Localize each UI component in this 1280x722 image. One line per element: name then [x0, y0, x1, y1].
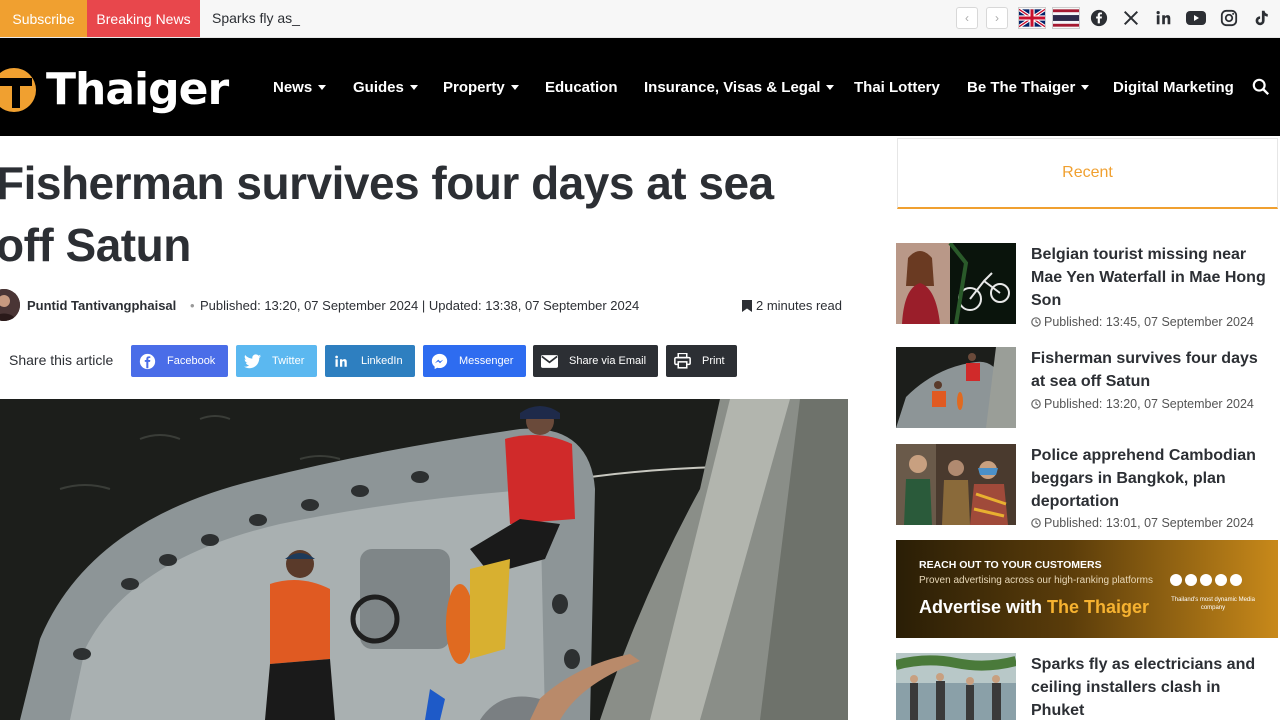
chevron-down-icon: [826, 84, 835, 90]
nav-news[interactable]: News: [273, 38, 327, 136]
recent-item-date: Published: 13:45, 07 September 2024: [1031, 315, 1254, 329]
tiktok-icon[interactable]: [1251, 8, 1271, 28]
x-icon[interactable]: [1121, 8, 1141, 28]
share-messenger-label: Messenger: [459, 355, 514, 367]
instagram-icon[interactable]: [1219, 8, 1239, 28]
share-linkedin-button[interactable]: LinkedIn: [325, 345, 415, 377]
chevron-down-icon: [510, 84, 519, 90]
nav-insurance-visas-legal[interactable]: Insurance, Visas & Legal: [644, 38, 835, 136]
read-time-label: 2 minutes read: [756, 298, 842, 313]
share-email-label: Share via Email: [569, 355, 647, 367]
ticker-next-button[interactable]: ›: [986, 7, 1008, 29]
recent-item-title[interactable]: Police apprehend Cambodian beggars in Ba…: [1031, 444, 1276, 513]
recent-item-title[interactable]: Belgian tourist missing near Mae Yen Wat…: [1031, 243, 1276, 312]
article-title-line-2: off Satun: [0, 219, 191, 271]
facebook-icon[interactable]: [1089, 8, 1109, 28]
top-bar: Subscribe Breaking News Sparks fly as_ ‹…: [0, 0, 1280, 38]
nav-insurance-label: Insurance, Visas & Legal: [644, 78, 821, 96]
read-time: 2 minutes read: [742, 298, 842, 313]
email-icon: [533, 345, 565, 377]
article-title-line-1: Fisherman survives four days at sea: [0, 157, 774, 209]
nav-property-label: Property: [443, 78, 505, 96]
tab-recent[interactable]: Recent: [897, 138, 1278, 209]
ad-headline: REACH OUT TO YOUR CUSTOMERS: [919, 559, 1102, 571]
ticker-prev-button[interactable]: ‹: [956, 7, 978, 29]
nav-be-thaiger-label: Be The Thaiger: [967, 78, 1076, 96]
linkedin-icon: [325, 345, 357, 377]
article-hero-image: [0, 399, 848, 720]
thai-flag-icon[interactable]: [1052, 7, 1080, 29]
share-label: Share this article: [9, 352, 114, 368]
ad-title-brand: The Thaiger: [1047, 597, 1150, 617]
messenger-icon: [423, 345, 455, 377]
search-icon[interactable]: [1252, 38, 1270, 136]
english-flag-icon[interactable]: [1018, 7, 1046, 29]
recent-item-date-label: Published: 13:45, 07 September 2024: [1044, 315, 1254, 329]
chevron-down-icon: [1081, 84, 1090, 90]
breaking-news-label[interactable]: Breaking News: [87, 0, 200, 37]
ad-subline: Proven advertising across our high-ranki…: [919, 575, 1153, 586]
nav-digital-marketing[interactable]: Digital Marketing: [1113, 38, 1234, 136]
recent-item-date-label: Published: 13:01, 07 September 2024: [1044, 516, 1254, 530]
share-facebook-label: Facebook: [167, 355, 216, 367]
article-title: Fisherman survives four days at sea off …: [0, 152, 856, 276]
twitter-icon: [236, 345, 268, 377]
ad-title: Advertise with The Thaiger: [919, 597, 1149, 618]
recent-thumbnail[interactable]: [896, 444, 1016, 525]
recent-item-date: Published: 13:01, 07 September 2024: [1031, 516, 1254, 530]
author-name[interactable]: Puntid Tantivangphaisal: [27, 298, 176, 313]
news-ticker[interactable]: Sparks fly as_: [212, 10, 300, 26]
print-icon: [666, 345, 698, 377]
recent-item-title[interactable]: Sparks fly as electricians and ceiling i…: [1031, 653, 1276, 722]
advertise-banner[interactable]: REACH OUT TO YOUR CUSTOMERS Proven adver…: [896, 540, 1278, 638]
youtube-icon[interactable]: [1186, 8, 1206, 28]
share-facebook-button[interactable]: Facebook: [131, 345, 228, 377]
nav-lottery-label: Thai Lottery: [854, 78, 940, 96]
share-email-button[interactable]: Share via Email: [533, 345, 658, 377]
logo-text: Thaiger: [46, 64, 229, 115]
nav-news-label: News: [273, 78, 313, 96]
author-avatar[interactable]: [0, 289, 20, 321]
ad-title-prefix: Advertise with: [919, 597, 1048, 617]
chevron-down-icon: [318, 84, 327, 90]
share-linkedin-label: LinkedIn: [361, 355, 403, 367]
recent-item-title[interactable]: Fisherman survives four days at sea off …: [1031, 347, 1276, 393]
bookmark-icon: [742, 299, 752, 312]
recent-item-date: Published: 13:20, 07 September 2024: [1031, 397, 1254, 411]
facebook-icon: [131, 345, 163, 377]
share-messenger-button[interactable]: Messenger: [423, 345, 526, 377]
nav-education-label: Education: [545, 78, 618, 96]
subscribe-button[interactable]: Subscribe: [0, 0, 87, 37]
share-twitter-label: Twitter: [272, 355, 305, 367]
thaiger-logo-icon: [0, 68, 36, 112]
nav-be-the-thaiger[interactable]: Be The Thaiger: [967, 38, 1090, 136]
nav-guides[interactable]: Guides: [353, 38, 418, 136]
print-label: Print: [702, 355, 725, 367]
recent-item-date-label: Published: 13:20, 07 September 2024: [1044, 397, 1254, 411]
chevron-down-icon: [409, 84, 418, 90]
print-button[interactable]: Print: [666, 345, 737, 377]
linkedin-icon[interactable]: [1154, 8, 1174, 28]
nav-education[interactable]: Education: [545, 38, 618, 136]
meta-separator: •: [190, 298, 195, 313]
recent-thumbnail[interactable]: [896, 653, 1016, 720]
nav-digital-marketing-label: Digital Marketing: [1113, 78, 1234, 96]
clock-icon: [1031, 399, 1041, 409]
site-header: Thaiger News Guides Property Education I…: [0, 38, 1280, 136]
ad-tagline: Thailand's most dynamic Media company: [1171, 597, 1255, 611]
ad-social-icons: [1170, 574, 1242, 586]
publish-dates: Published: 13:20, 07 September 2024 | Up…: [200, 298, 640, 313]
share-twitter-button[interactable]: Twitter: [236, 345, 317, 377]
clock-icon: [1031, 518, 1041, 528]
recent-thumbnail[interactable]: [896, 347, 1016, 428]
nav-property[interactable]: Property: [443, 38, 519, 136]
nav-thai-lottery[interactable]: Thai Lottery: [854, 38, 940, 136]
clock-icon: [1031, 317, 1041, 327]
recent-thumbnail[interactable]: [896, 243, 1016, 324]
nav-guides-label: Guides: [353, 78, 404, 96]
